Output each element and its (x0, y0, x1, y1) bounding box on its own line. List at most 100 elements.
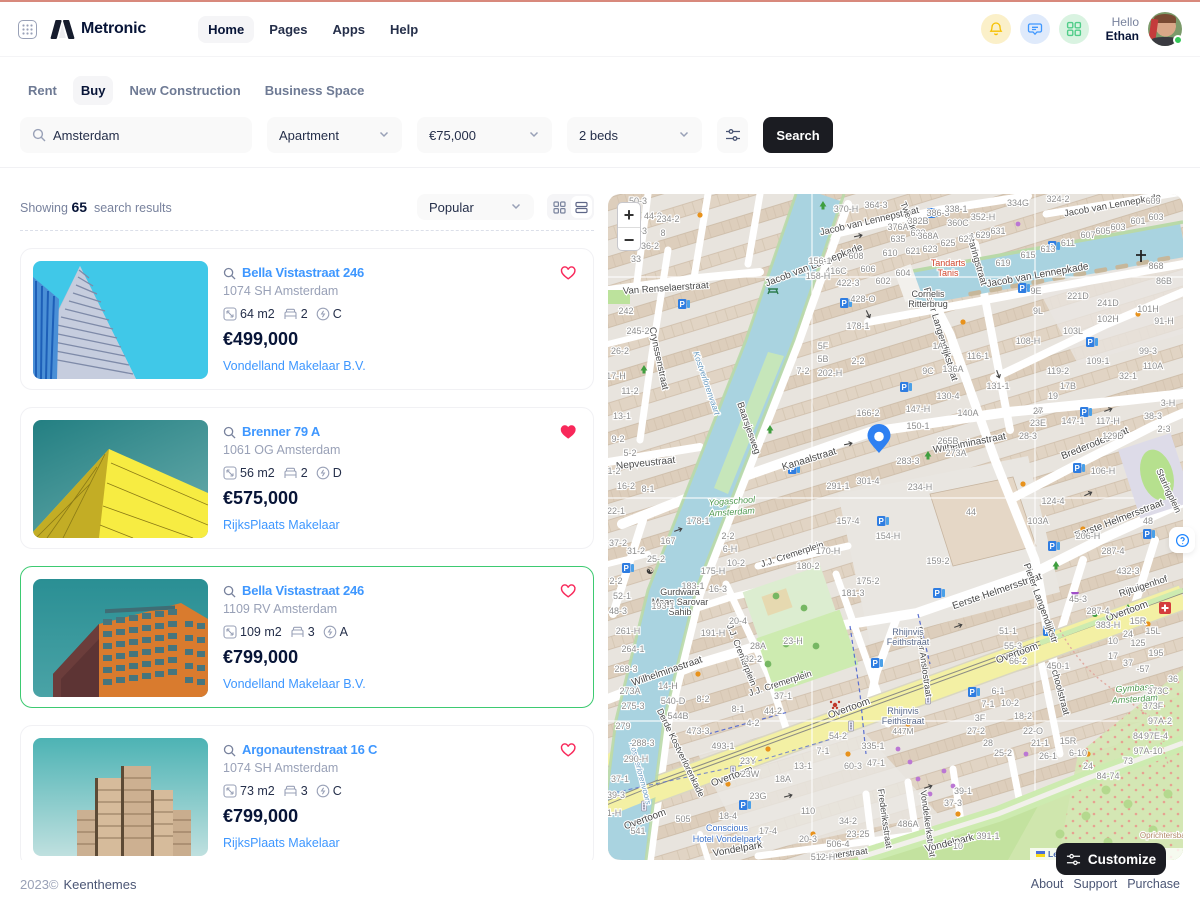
svg-text:506-4: 506-4 (826, 839, 849, 849)
svg-text:Oprichtersbán: Oprichtersbán (1140, 831, 1183, 840)
svg-text:28A: 28A (750, 641, 766, 651)
svg-text:34-2: 34-2 (839, 816, 857, 826)
svg-text:Feithstraat: Feithstraat (882, 716, 925, 726)
svg-text:1-H: 1-H (608, 808, 621, 818)
svg-text:25-2: 25-2 (647, 554, 665, 564)
svg-text:191-H: 191-H (701, 628, 726, 638)
svg-text:9C: 9C (922, 366, 934, 376)
svg-text:605: 605 (1095, 226, 1110, 236)
svg-text:447M: 447M (892, 726, 913, 736)
svg-text:382B: 382B (907, 216, 928, 226)
svg-text:175-H: 175-H (701, 566, 726, 576)
svg-text:603: 603 (1110, 222, 1125, 232)
svg-text:23Y: 23Y (740, 756, 756, 766)
svg-text:54-2: 54-2 (829, 731, 847, 741)
svg-text:P: P (970, 688, 976, 697)
svg-text:23G: 23G (749, 791, 766, 801)
svg-text:627: 627 (958, 234, 973, 244)
svg-text:86B: 86B (1156, 276, 1172, 286)
svg-text:3-H: 3-H (1161, 398, 1176, 408)
svg-text:868: 868 (1148, 261, 1163, 271)
svg-text:287-4: 287-4 (1086, 606, 1109, 616)
svg-text:273A: 273A (945, 448, 966, 458)
svg-text:P: P (902, 383, 908, 392)
svg-text:P: P (1088, 338, 1094, 347)
svg-text:37-2: 37-2 (609, 538, 627, 548)
svg-text:625: 625 (940, 238, 955, 248)
svg-text:265B: 265B (937, 436, 958, 446)
svg-text:66-2: 66-2 (1009, 656, 1027, 666)
svg-text:10-2: 10-2 (1001, 698, 1019, 708)
svg-text:334G: 334G (1007, 198, 1029, 208)
svg-text:602: 602 (875, 276, 890, 286)
svg-text:84-74: 84-74 (1096, 771, 1119, 781)
svg-text:P: P (1020, 284, 1026, 293)
svg-text:48-3: 48-3 (609, 606, 627, 616)
svg-text:15L: 15L (1145, 626, 1160, 636)
svg-text:181-3: 181-3 (841, 588, 864, 598)
svg-text:45-3: 45-3 (1069, 594, 1087, 604)
svg-text:368A: 368A (917, 231, 938, 241)
svg-text:☯: ☯ (646, 566, 654, 576)
svg-text:131-1: 131-1 (986, 381, 1009, 391)
svg-text:23W: 23W (741, 769, 760, 779)
svg-text:36-2: 36-2 (641, 241, 659, 251)
svg-text:183-1: 183-1 (681, 581, 704, 591)
svg-text:493-1: 493-1 (711, 741, 734, 751)
svg-text:101H: 101H (1137, 304, 1159, 314)
svg-text:21-1: 21-1 (1031, 738, 1049, 748)
svg-text:541: 541 (630, 826, 645, 836)
svg-text:Feithstraat: Feithstraat (887, 637, 930, 647)
svg-text:7-1: 7-1 (981, 699, 994, 709)
svg-text:7-1: 7-1 (816, 746, 829, 756)
svg-text:13-1: 13-1 (613, 411, 631, 421)
svg-text:241D: 241D (1097, 298, 1119, 308)
svg-text:73: 73 (1123, 756, 1133, 766)
svg-text:606: 606 (860, 264, 875, 274)
svg-text:370-H: 370-H (834, 204, 859, 214)
svg-text:338-1: 338-1 (944, 204, 967, 214)
svg-text:17-H: 17-H (608, 371, 626, 381)
svg-text:301-4: 301-4 (856, 476, 879, 486)
svg-text:505: 505 (675, 814, 690, 824)
svg-text:20-3: 20-3 (799, 834, 817, 844)
svg-text:157-4: 157-4 (836, 516, 859, 526)
svg-text:335-1: 335-1 (861, 741, 884, 751)
svg-text:11-2: 11-2 (621, 386, 638, 396)
svg-text:360C: 360C (947, 218, 969, 228)
svg-text:170-H: 170-H (816, 546, 841, 556)
svg-text:27-2: 27-2 (967, 726, 985, 736)
svg-text:37-1: 37-1 (774, 691, 792, 701)
svg-text:154-H: 154-H (876, 531, 901, 541)
svg-text:25-2: 25-2 (994, 748, 1012, 758)
svg-text:17B: 17B (1060, 381, 1076, 391)
svg-text:P: P (842, 299, 848, 308)
svg-text:97A-2: 97A-2 (1148, 716, 1172, 726)
svg-text:615: 615 (1020, 250, 1035, 260)
svg-text:287-4: 287-4 (1101, 546, 1124, 556)
svg-text:Conscious: Conscious (706, 823, 749, 833)
svg-text:621: 621 (905, 246, 920, 256)
svg-text:99-3: 99-3 (1139, 346, 1157, 356)
svg-text:428-O: 428-O (850, 294, 875, 304)
svg-text:364-3: 364-3 (864, 200, 887, 210)
svg-text:631: 631 (990, 226, 1005, 236)
svg-text:55-3: 55-3 (1004, 641, 1022, 651)
svg-text:27: 27 (1033, 406, 1043, 416)
svg-text:432-3: 432-3 (1116, 566, 1139, 576)
svg-text:376A: 376A (887, 222, 908, 232)
svg-text:24: 24 (1083, 761, 1093, 771)
svg-text:23-25: 23-25 (846, 829, 869, 839)
svg-text:1A: 1A (932, 341, 943, 351)
svg-text:102H: 102H (1097, 314, 1119, 324)
svg-text:130-4: 130-4 (936, 391, 959, 401)
svg-text:P: P (1075, 464, 1081, 473)
svg-text:158-H: 158-H (806, 271, 831, 281)
svg-text:44-2: 44-2 (764, 706, 782, 716)
svg-text:26-2: 26-2 (611, 346, 629, 356)
svg-text:31-2: 31-2 (627, 546, 645, 556)
svg-text:147-H: 147-H (906, 404, 931, 414)
svg-text:206-H: 206-H (1076, 531, 1101, 541)
svg-text:324-2: 324-2 (1046, 194, 1069, 204)
svg-text:97E-4: 97E-4 (1144, 731, 1168, 741)
